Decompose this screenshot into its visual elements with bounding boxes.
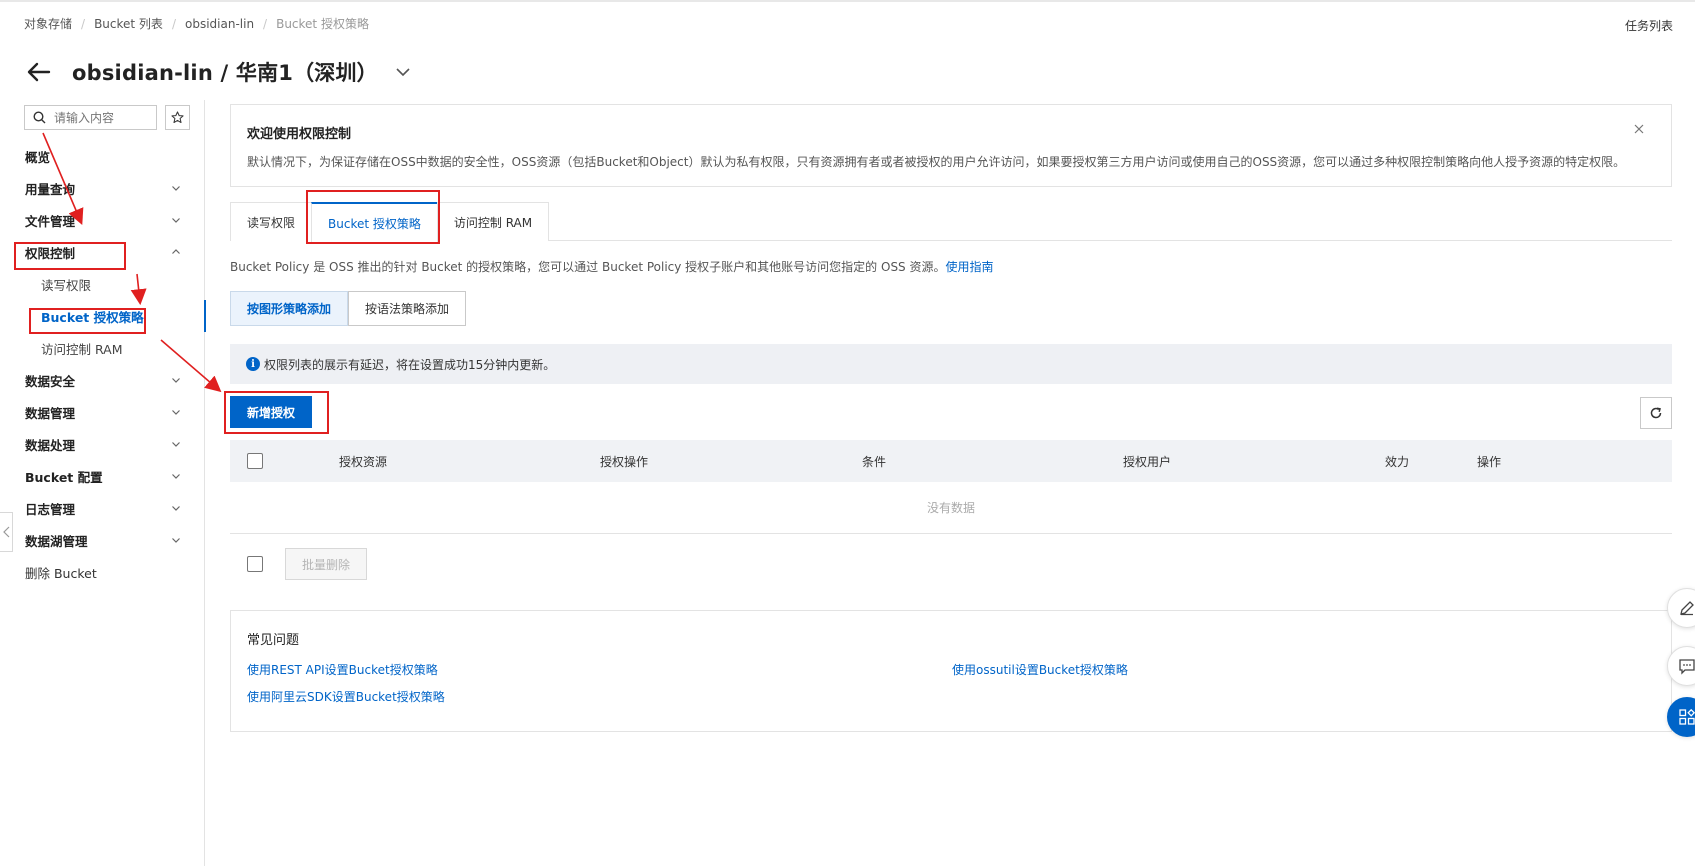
chevron-down-icon xyxy=(172,442,180,447)
column-resource: 授权资源 xyxy=(339,455,388,469)
welcome-notice: 欢迎使用权限控制 默认情况下，为保证存储在OSS中数据的安全性，OSS资源（包括… xyxy=(230,104,1672,187)
sidebar-item-label: 日志管理 xyxy=(25,501,76,517)
sidebar-collapse-handle[interactable] xyxy=(0,512,13,552)
sidebar-item-label: 数据处理 xyxy=(25,437,76,453)
sidebar-item-label: 用量查询 xyxy=(25,181,76,197)
title-row: obsidian-lin / 华南1（深圳） xyxy=(24,52,412,92)
breadcrumb-item-bucket[interactable]: obsidian-lin xyxy=(185,17,254,31)
sidebar-search[interactable] xyxy=(24,105,157,130)
refresh-icon xyxy=(1650,407,1662,419)
info-icon: i xyxy=(246,357,260,371)
annotation-box-add-button xyxy=(224,391,329,434)
sidebar-item-label: Bucket 配置 xyxy=(25,469,103,485)
tab-acl[interactable]: 读写权限 xyxy=(230,202,313,241)
sidebar-item-bucket-config[interactable]: Bucket 配置 xyxy=(0,460,205,492)
chevron-down-icon xyxy=(172,474,180,479)
edit-icon xyxy=(1680,601,1694,616)
policy-description: Bucket Policy 是 OSS 推出的针对 Bucket 的授权策略，您… xyxy=(230,258,994,275)
table-header: 授权资源 授权操作 条件 授权用户 效力 操作 xyxy=(230,440,1672,482)
notice-title: 欢迎使用权限控制 xyxy=(247,127,352,142)
sidebar-item-label: 概览 xyxy=(25,149,51,165)
sidebar-item-label: 文件管理 xyxy=(25,213,76,229)
breadcrumb: 对象存储 / Bucket 列表 / obsidian-lin / Bucket… xyxy=(24,15,369,32)
annotation-box-policy-tab xyxy=(306,190,440,244)
faq-link-rest-api[interactable]: 使用REST API设置Bucket授权策略 xyxy=(247,661,438,678)
favorite-button[interactable] xyxy=(165,105,190,130)
notice-text: 默认情况下，为保证存储在OSS中数据的安全性，OSS资源（包括Bucket和Ob… xyxy=(247,155,1626,169)
faq-title: 常见问题 xyxy=(247,633,300,648)
batch-delete-button[interactable]: 批量删除 xyxy=(285,548,367,580)
sidebar-item-logs[interactable]: 日志管理 xyxy=(0,492,205,524)
task-list-link[interactable]: 任务列表 xyxy=(1625,17,1673,34)
sidebar-item-data-processing[interactable]: 数据处理 xyxy=(0,428,205,460)
batch-actions: 批量删除 xyxy=(230,548,367,580)
apps-icon xyxy=(1679,708,1695,725)
annotation-box-bucket-policy-nav xyxy=(29,308,146,334)
table-empty-state: 没有数据 xyxy=(230,482,1672,534)
chevron-down-icon xyxy=(172,186,180,191)
faq-link-ossutil[interactable]: 使用ossutil设置Bucket授权策略 xyxy=(952,661,1128,678)
sidebar-item-usage[interactable]: 用量查询 xyxy=(0,172,205,204)
column-principal: 授权用户 xyxy=(1123,455,1172,469)
policy-description-text: Bucket Policy 是 OSS 推出的针对 Bucket 的授权策略，您… xyxy=(230,260,946,274)
chevron-down-icon xyxy=(172,538,180,543)
select-all-checkbox[interactable] xyxy=(247,453,263,469)
sidebar-item-data-lake[interactable]: 数据湖管理 xyxy=(0,524,205,556)
faq-panel: 常见问题 使用REST API设置Bucket授权策略 使用ossutil设置B… xyxy=(230,610,1672,732)
sidebar-item-data-management[interactable]: 数据管理 xyxy=(0,396,205,428)
policy-mode-switch: 按图形策略添加 按语法策略添加 xyxy=(230,291,467,326)
sidebar-nav: 概览 用量查询 文件管理 权限控制 读写权限 Bucket 授权策略 访问控制 … xyxy=(0,140,206,588)
chevron-up-icon xyxy=(172,249,180,254)
breadcrumb-current: Bucket 授权策略 xyxy=(276,17,369,31)
permission-tabs: 读写权限 Bucket 授权策略 访问控制 RAM xyxy=(230,202,1672,242)
column-condition: 条件 xyxy=(862,455,887,469)
chat-icon xyxy=(1679,659,1695,675)
sidebar-item-label: 数据湖管理 xyxy=(25,533,88,549)
sidebar-item-label: 数据管理 xyxy=(25,405,76,421)
sidebar-search-input[interactable] xyxy=(54,110,154,125)
breadcrumb-item-bucket-list[interactable]: Bucket 列表 xyxy=(94,15,163,32)
sidebar-item-label: 删除 Bucket xyxy=(25,565,97,581)
breadcrumb-separator: / xyxy=(263,16,268,31)
chevron-down-icon xyxy=(172,218,180,223)
breadcrumb-item-oss[interactable]: 对象存储 xyxy=(24,15,72,32)
tab-ram[interactable]: 访问控制 RAM xyxy=(436,202,550,241)
breadcrumb-separator: / xyxy=(171,16,176,31)
sidebar: 概览 用量查询 文件管理 权限控制 读写权限 Bucket 授权策略 访问控制 … xyxy=(0,100,206,866)
batch-select-checkbox[interactable] xyxy=(247,556,263,572)
column-action: 授权操作 xyxy=(600,455,649,469)
chevron-down-icon xyxy=(172,506,180,511)
sidebar-item-files[interactable]: 文件管理 xyxy=(0,204,205,236)
top-divider xyxy=(0,0,1695,2)
search-icon xyxy=(33,111,46,124)
sidebar-item-ram[interactable]: 访问控制 RAM xyxy=(0,332,205,364)
info-bar: i 权限列表的展示有延迟，将在设置成功15分钟内更新。 xyxy=(230,344,1672,384)
star-icon xyxy=(171,111,184,124)
guide-link[interactable]: 使用指南 xyxy=(946,260,994,274)
refresh-button[interactable] xyxy=(1640,397,1672,429)
faq-link-sdk[interactable]: 使用阿里云SDK设置Bucket授权策略 xyxy=(247,688,445,705)
annotation-box-permissions xyxy=(14,242,126,270)
breadcrumb-separator: / xyxy=(81,16,86,31)
sidebar-item-overview[interactable]: 概览 xyxy=(0,140,205,172)
chevron-down-icon xyxy=(172,410,180,415)
sidebar-item-label: 访问控制 RAM xyxy=(41,341,123,357)
syntax-policy-button[interactable]: 按语法策略添加 xyxy=(348,291,467,326)
active-indicator xyxy=(204,300,206,332)
info-text: 权限列表的展示有延迟，将在设置成功15分钟内更新。 xyxy=(264,357,556,372)
chevron-down-icon[interactable] xyxy=(394,63,412,81)
column-effect: 效力 xyxy=(1385,455,1410,469)
graphical-policy-button[interactable]: 按图形策略添加 xyxy=(230,291,349,326)
page-title: obsidian-lin / 华南1（深圳） xyxy=(72,61,378,85)
sidebar-item-label: 读写权限 xyxy=(41,277,92,293)
column-operation: 操作 xyxy=(1477,455,1502,469)
chevron-left-icon xyxy=(2,526,9,538)
sidebar-item-label: 数据安全 xyxy=(25,373,76,389)
sidebar-item-data-security[interactable]: 数据安全 xyxy=(0,364,205,396)
chevron-down-icon xyxy=(172,378,180,383)
back-arrow-icon[interactable] xyxy=(24,57,54,87)
sidebar-item-acl[interactable]: 读写权限 xyxy=(0,268,205,300)
close-icon[interactable] xyxy=(1633,123,1645,135)
sidebar-item-delete-bucket[interactable]: 删除 Bucket xyxy=(0,556,205,588)
